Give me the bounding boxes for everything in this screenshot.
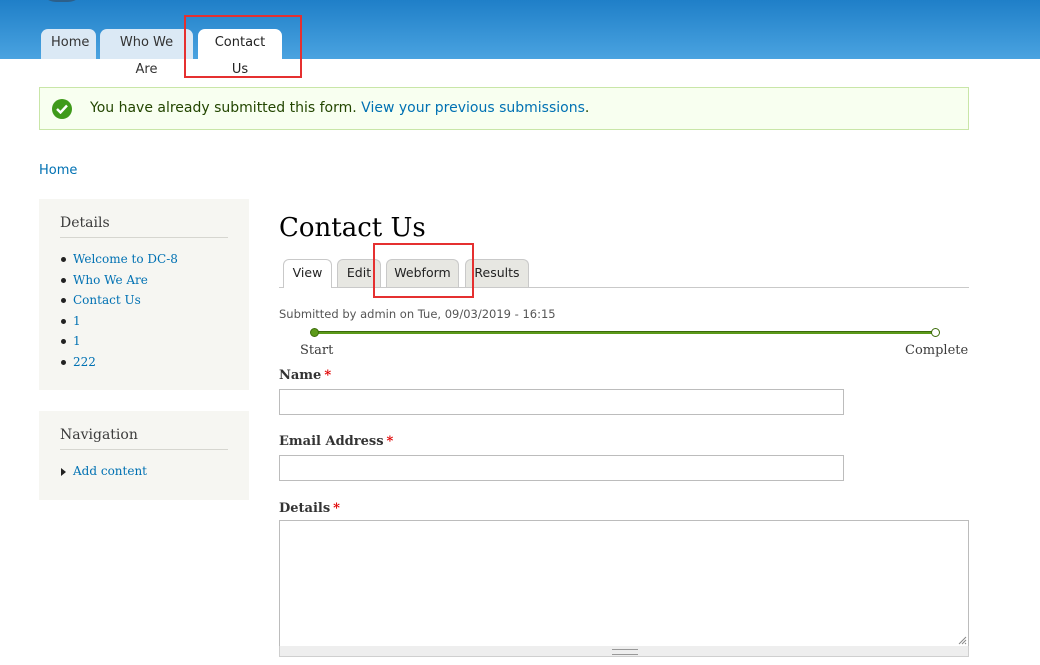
add-content-link[interactable]: Add content	[73, 464, 147, 478]
navigation-block-title: Navigation	[60, 411, 228, 450]
details-link[interactable]: 222	[73, 355, 96, 369]
progress-end-label: Complete	[905, 343, 969, 358]
details-item: 1	[60, 314, 228, 335]
details-item: Contact Us	[60, 293, 228, 314]
navigation-block: Navigation Add content	[39, 411, 249, 500]
details-link[interactable]: Welcome to DC-8	[73, 252, 178, 266]
navigation-list: Add content	[60, 450, 228, 485]
status-message-text: You have already submitted this form. Vi…	[90, 100, 590, 116]
details-block: Details Welcome to DC-8 Who We Are Conta…	[39, 199, 249, 390]
bullet-icon	[61, 359, 66, 365]
email-label: Email Address *	[279, 434, 394, 449]
site-header: Home Who We Are Contact Us	[0, 0, 1040, 77]
details-link[interactable]: 1	[73, 334, 81, 348]
tab-label: Edit	[346, 265, 372, 280]
name-label: Name *	[279, 368, 332, 383]
details-link[interactable]: Contact Us	[73, 293, 141, 307]
tab-label: Results	[474, 265, 520, 280]
bullet-icon	[61, 318, 66, 324]
collapsed-arrow-icon	[61, 468, 66, 476]
details-link[interactable]: 1	[73, 314, 81, 328]
primary-tab-label: Contact Us	[214, 35, 266, 77]
grippie-lines-icon	[612, 649, 638, 655]
tab-results[interactable]: Results	[465, 259, 529, 287]
primary-tab-who-we-are[interactable]: Who We Are	[100, 29, 193, 77]
check-icon	[52, 99, 72, 119]
breadcrumb-home-link[interactable]: Home	[39, 163, 77, 178]
details-link[interactable]: Who We Are	[73, 273, 148, 287]
details-textarea[interactable]	[279, 520, 969, 647]
required-marker: *	[386, 434, 394, 449]
bullet-icon	[61, 257, 66, 262]
page-title: Contact Us	[279, 213, 426, 243]
name-field[interactable]	[279, 389, 844, 415]
tab-webform[interactable]: Webform	[386, 259, 459, 287]
progress-start-label: Start	[300, 343, 334, 358]
bullet-icon	[61, 277, 66, 283]
details-label: Details *	[279, 501, 340, 516]
primary-tab-home[interactable]: Home	[41, 29, 96, 59]
status-message: You have already submitted this form. Vi…	[39, 87, 969, 130]
tab-edit[interactable]: Edit	[337, 259, 381, 287]
primary-tab-label: Who We Are	[119, 35, 174, 77]
tab-label: View	[292, 265, 323, 280]
required-marker: *	[333, 501, 340, 516]
details-item: 222	[60, 355, 228, 376]
textarea-grippie[interactable]	[279, 646, 969, 657]
details-item: 1	[60, 334, 228, 355]
progress-start-marker	[310, 328, 319, 337]
progress-end-marker	[931, 328, 940, 337]
bullet-icon	[61, 298, 66, 304]
required-marker: *	[324, 368, 332, 383]
submitted-info: Submitted by admin on Tue, 09/03/2019 - …	[279, 307, 556, 321]
email-field[interactable]	[279, 455, 844, 481]
site-logo[interactable]	[40, 0, 84, 2]
primary-tab-contact-us[interactable]: Contact Us	[198, 29, 282, 77]
bullet-icon	[61, 339, 66, 345]
local-tabs-divider	[279, 287, 969, 288]
details-list: Welcome to DC-8 Who We Are Contact Us 1 …	[60, 238, 228, 376]
navigation-item: Add content	[60, 464, 228, 485]
tab-view[interactable]: View	[283, 259, 332, 288]
tab-label: Webform	[394, 265, 451, 280]
resize-handle-icon[interactable]	[957, 635, 967, 645]
primary-tab-label: Home	[51, 35, 90, 50]
progress-bar	[315, 331, 935, 334]
previous-submissions-link[interactable]: View your previous submissions	[361, 100, 585, 116]
details-item: Welcome to DC-8	[60, 252, 228, 273]
breadcrumb: Home	[39, 163, 77, 178]
details-block-title: Details	[60, 199, 228, 238]
details-item: Who We Are	[60, 273, 228, 294]
